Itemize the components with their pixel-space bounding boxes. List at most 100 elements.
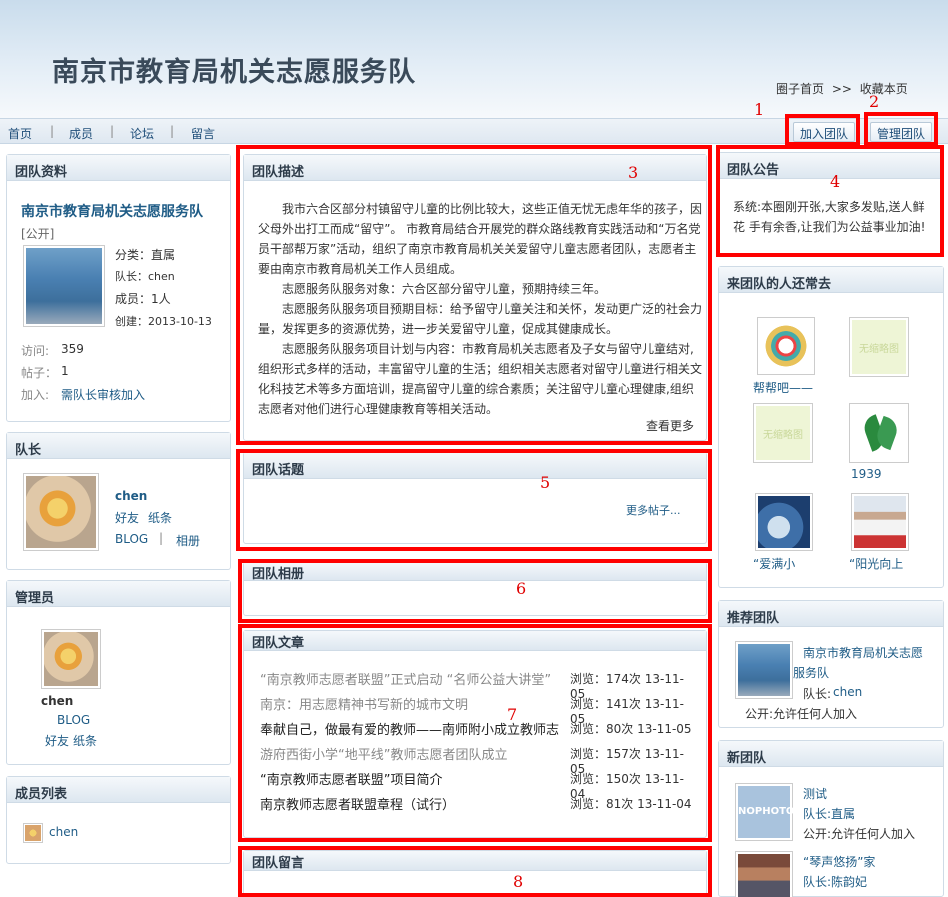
bookmark-link[interactable]: 收藏本页 [860,82,908,96]
admin-blog-link[interactable]: BLOG [57,713,90,727]
visited-team-thumb[interactable] [851,493,909,551]
new-teams-heading: 新团队 [719,741,943,767]
article-views: 浏览：81次 13-11-04 [570,797,692,811]
team-name-link[interactable]: 南京市教育局机关志愿服务队 [21,201,203,221]
annotation-number: 6 [516,579,527,598]
articles-heading: 团队文章 [244,631,706,651]
description-paragraph: 志愿服务队服务项目预期目标：给予留守儿童关注和关怀，发动更广泛的社会力量，发挥更… [258,302,702,336]
leader-blog-link[interactable]: BLOG [115,532,148,546]
member-list-heading: 成员列表 [7,777,230,803]
site-title: 南京市教育局机关志愿服务队 [52,57,416,88]
admin-note-link[interactable]: 纸条 [73,732,97,749]
visitors-panel: 来团队的人还常去 帮帮吧—— 无缩略图 无缩略图 1939 “爱满小 “阳光向上 [718,266,944,588]
admin-friend-link[interactable]: 好友 [45,732,69,749]
nav-home[interactable]: 首页 [8,125,32,142]
visited-team-thumb[interactable]: 无缩略图 [849,317,909,377]
new-team-leader[interactable]: 队长:直属 [803,805,855,822]
admin-name-link[interactable]: chen [41,694,73,708]
article-row[interactable]: 南京：用志愿精神书写新的城市文明 浏览：141次 13-11-05 [260,694,698,726]
recommended-team-thumb[interactable] [735,641,793,699]
nav-separator: | [110,124,115,138]
nav-bar: 首页 | 成员 | 论坛 | 留言 加入团队 管理团队 [0,118,948,144]
annotation-number: 4 [830,172,841,191]
no-thumbnail-text: 无缩略图 [756,406,810,460]
article-row[interactable]: 游府西街小学“地平线”教师志愿者团队成立 浏览：157次 13-11-05 [260,744,698,776]
visibility-label: [公开] [21,227,55,241]
recommended-heading: 推荐团队 [719,601,943,627]
article-title-link[interactable]: “南京教师志愿者联盟”正式启动 “名师公益大讲堂” [260,669,551,688]
admin-avatar[interactable] [41,629,101,689]
team-photo[interactable] [23,245,105,327]
description-paragraph: 志愿服务队服务项目计划与内容：市教育局机关志愿者及子女与留守儿童结对,组织形式多… [258,342,702,415]
leader-name-link[interactable]: chen [115,489,147,503]
visited-team-thumb[interactable] [849,403,909,463]
article-title-link[interactable]: 南京教师志愿者联盟章程（试行） [260,794,455,813]
admin-heading: 管理员 [7,581,230,607]
leader-link-separator: | [159,531,164,545]
recommended-leader-label: 队长: [803,687,832,701]
nav-forum[interactable]: 论坛 [130,125,154,142]
join-team-button[interactable]: 加入团队 [793,122,856,142]
join-policy-link[interactable]: 需队长审核加入 [61,386,145,403]
posts-label: 帖子： [21,366,58,380]
more-posts-link[interactable]: 更多帖子... [626,502,681,518]
header-separator: >> [831,82,852,96]
new-team-thumb[interactable]: NOPHOTO [735,783,794,841]
team-created-date: 创建：2013-10-13 [115,315,212,328]
article-row[interactable]: “南京教师志愿者联盟”项目简介 浏览：150次 13-11-04 [260,769,698,801]
member-name-link[interactable]: chen [49,825,78,839]
nav-members[interactable]: 成员 [69,125,93,142]
visited-team-label[interactable]: 1939 [851,467,882,481]
visited-team-label[interactable]: “阳光向上 [849,555,903,572]
join-label: 加入: [21,388,50,402]
visited-team-thumb[interactable] [757,317,815,375]
leader-album-link[interactable]: 相册 [176,532,200,549]
article-row[interactable]: 南京教师志愿者联盟章程（试行） 浏览：81次 13-11-04 [260,794,698,816]
annotation-number: 2 [869,92,880,111]
member-list-panel: 成员列表 chen [6,776,231,864]
new-team-leader[interactable]: 队长:陈韵妃 [803,873,867,890]
member-avatar[interactable] [23,823,43,843]
article-title-link[interactable]: 游府西街小学“地平线”教师志愿者团队成立 [260,744,507,763]
team-info-panel: 团队资料 南京市教育局机关志愿服务队 [公开] 分类：直属 队长：chen 成员… [6,154,231,422]
new-teams-panel: 新团队 NOPHOTO 测试 队长:直属 公开:允许任何人加入 “琴声悠扬”家 … [718,740,944,897]
leader-avatar[interactable] [23,473,99,551]
visits-value: 359 [61,342,84,356]
new-team-name[interactable]: “琴声悠扬”家 [803,853,875,870]
no-photo-text: NOPHOTO [738,786,794,838]
announcement-panel: 团队公告 系统:本圈刚开张,大家多发贴,送人鲜花 手有余香,让我们为公益事业加油… [718,152,944,254]
leader-note-link[interactable]: 纸条 [148,509,172,526]
visitors-heading: 来团队的人还常去 [719,267,943,293]
visited-team-label[interactable]: 帮帮吧—— [753,379,813,396]
new-team-name[interactable]: 测试 [803,785,827,802]
article-title-link[interactable]: 南京：用志愿精神书写新的城市文明 [260,694,468,713]
manage-team-button[interactable]: 管理团队 [870,122,933,142]
article-row[interactable]: “南京教师志愿者联盟”正式启动 “名师公益大讲堂” 浏览：174次 13-11-0… [260,669,698,701]
album-panel: 团队相册 [243,562,707,616]
leader-panel: 队长 chen 好友 纸条 BLOG | 相册 [6,432,231,570]
view-more-link[interactable]: 查看更多 [646,417,694,434]
article-title-link[interactable]: “南京教师志愿者联盟”项目简介 [260,769,442,788]
album-heading: 团队相册 [244,563,706,582]
recommended-leader-link[interactable]: chen [833,685,862,699]
posts-value: 1 [61,364,69,378]
recommended-policy: 公开:允许任何人加入 [745,707,858,721]
admin-panel: 管理员 chen BLOG 好友 纸条 [6,580,231,765]
visited-team-thumb[interactable] [755,493,813,551]
recommended-team-name[interactable]: 南京市教育局机关志愿服务队 [793,643,931,683]
new-team-thumb[interactable] [735,851,793,897]
team-info-heading: 团队资料 [7,155,230,181]
description-panel: 团队描述 我市六合区部分村镇留守儿童的比例比较大，这些正值无忧无虑年华的孩子，因… [243,154,707,441]
visited-team-label[interactable]: “爱满小 [753,555,795,572]
annotation-number: 3 [628,163,639,182]
nav-messages[interactable]: 留言 [191,125,215,142]
article-row[interactable]: 奉献自己，做最有爱的教师——南师附小成立教师志 浏览：80次 13-11-05 [260,719,698,741]
visited-team-thumb[interactable]: 无缩略图 [753,403,813,463]
circle-home-link[interactable]: 圈子首页 [776,82,824,96]
topics-panel: 团队话题 更多帖子... [243,452,707,544]
leader-friend-link[interactable]: 好友 [115,509,139,526]
annotation-number: 5 [540,473,551,492]
annotation-number: 1 [754,100,765,119]
team-member-count: 成员：1人 [115,292,171,306]
team-category: 分类：直属 [115,248,176,262]
